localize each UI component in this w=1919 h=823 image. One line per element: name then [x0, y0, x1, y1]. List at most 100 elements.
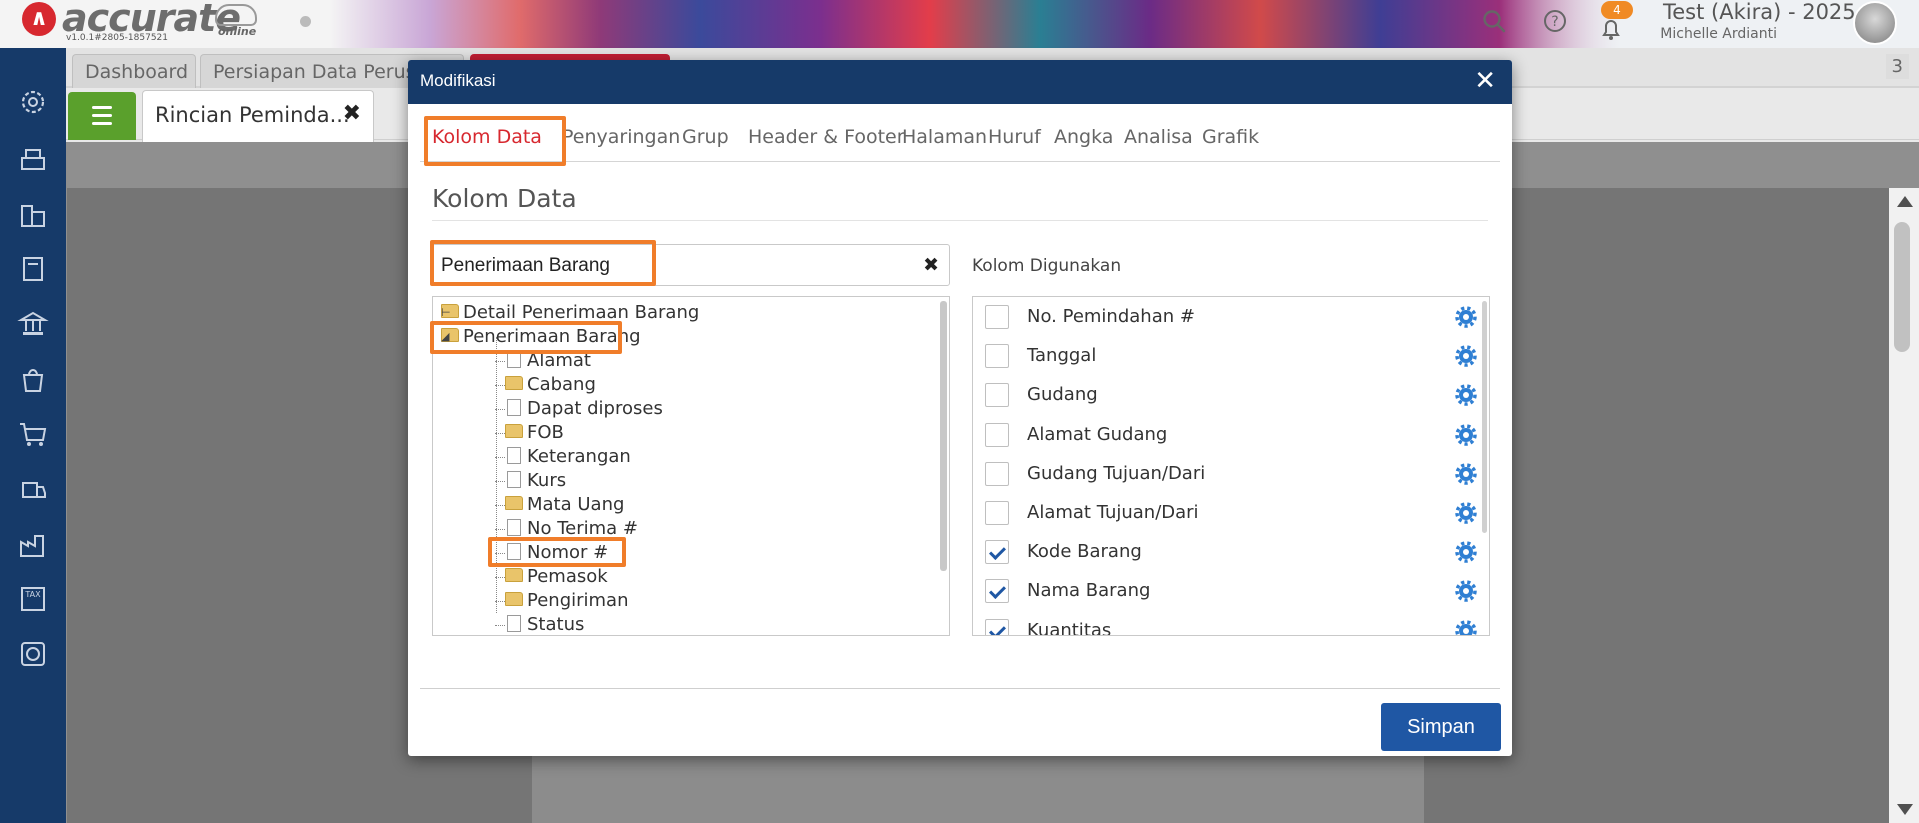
gear-icon[interactable]: [1455, 580, 1477, 603]
tab-analisa[interactable]: Analisa: [1124, 126, 1193, 148]
tree-item[interactable]: Kurs: [495, 469, 566, 493]
tab-count-dropdown[interactable]: 3: [1885, 54, 1909, 79]
tab-kolom-data[interactable]: Kolom Data: [432, 126, 542, 148]
svg-text:?: ?: [1551, 14, 1558, 30]
delivery-icon[interactable]: [17, 473, 49, 505]
list-menu-button[interactable]: [68, 92, 136, 140]
tree-node-detail-penerimaan-barang[interactable]: ⊢ Detail Penerimaan Barang: [441, 301, 699, 325]
column-checkbox[interactable]: [985, 579, 1009, 604]
used-list-scrollbar[interactable]: [1482, 301, 1487, 533]
used-column-row[interactable]: No. Pemindahan #: [985, 303, 1477, 331]
field-tree[interactable]: ⊢ Detail Penerimaan Barang ◢ Penerimaan …: [432, 296, 950, 636]
tree-node-penerimaan-barang[interactable]: ◢ Penerimaan Barang: [441, 325, 641, 349]
tree-item[interactable]: Mata Uang: [495, 493, 624, 517]
tab-angka[interactable]: Angka: [1054, 126, 1113, 148]
tab-header-footer[interactable]: Header & Footer: [748, 126, 905, 148]
avatar[interactable]: [1853, 1, 1897, 45]
scroll-up-icon[interactable]: [1897, 196, 1913, 207]
used-column-row[interactable]: Kode Barang: [985, 538, 1477, 566]
buildings-icon[interactable]: [17, 198, 49, 230]
bell-icon[interactable]: [1598, 16, 1624, 42]
dialog-title: Modifikasi: [420, 71, 496, 90]
document-icon: [507, 470, 521, 488]
column-checkbox[interactable]: [985, 305, 1009, 329]
expand-icon[interactable]: ⊢: [441, 301, 451, 325]
used-column-row[interactable]: Alamat Tujuan/Dari: [985, 499, 1477, 527]
gear-icon[interactable]: [1455, 423, 1477, 446]
accurate-logo-icon[interactable]: ∧: [22, 2, 56, 36]
scroll-down-icon[interactable]: [1897, 804, 1913, 815]
cloud-icon: [215, 4, 257, 26]
tab-penyaringan[interactable]: Penyaringan: [562, 126, 680, 148]
column-checkbox[interactable]: [985, 422, 1009, 447]
column-checkbox[interactable]: [985, 344, 1009, 369]
search-icon[interactable]: [1481, 8, 1507, 34]
bank-icon[interactable]: [17, 308, 49, 340]
column-label: Kuantitas: [1027, 619, 1112, 636]
cart-icon[interactable]: [17, 418, 49, 450]
gear-icon[interactable]: [17, 86, 49, 118]
tax-icon[interactable]: TAX: [17, 583, 49, 615]
book-icon[interactable]: [17, 253, 49, 285]
column-checkbox[interactable]: [985, 501, 1009, 525]
tab-grafik[interactable]: Grafik: [1202, 126, 1259, 148]
used-column-row[interactable]: Tanggal: [985, 342, 1477, 370]
tab-dashboard[interactable]: Dashboard: [72, 54, 196, 88]
gear-icon[interactable]: [1455, 306, 1477, 328]
used-columns-title: Kolom Digunakan: [972, 256, 1122, 276]
search-value: Penerimaan Barang: [441, 255, 610, 276]
clear-icon[interactable]: ✖: [923, 254, 939, 276]
used-column-row[interactable]: Kuantitas: [985, 617, 1477, 636]
section-divider: [432, 220, 1488, 221]
gear-icon[interactable]: [1455, 345, 1477, 367]
gear-icon[interactable]: [1455, 463, 1477, 485]
section-title: Kolom Data: [432, 184, 577, 213]
cash-register-icon[interactable]: [17, 142, 49, 174]
tree-item[interactable]: Nomor #: [495, 541, 608, 565]
notification-badge[interactable]: 4: [1601, 1, 1633, 19]
scrollbar-thumb[interactable]: [1894, 222, 1910, 352]
tree-item[interactable]: FOB: [495, 421, 564, 445]
company-title[interactable]: Test (Akira) - 2025: [1663, 0, 1856, 24]
tree-item[interactable]: No Terima #: [495, 517, 638, 541]
factory-icon[interactable]: [17, 528, 49, 560]
gear-icon[interactable]: [1455, 384, 1477, 407]
used-column-row[interactable]: Gudang Tujuan/Dari: [985, 460, 1477, 488]
column-checkbox[interactable]: [985, 461, 1009, 486]
tree-item[interactable]: Status: [495, 613, 584, 635]
report-chart-icon[interactable]: [17, 638, 49, 670]
column-checkbox[interactable]: [985, 618, 1009, 635]
tab-grup[interactable]: Grup: [682, 126, 729, 148]
tab-halaman[interactable]: Halaman: [902, 126, 987, 148]
used-column-row[interactable]: Gudang: [985, 381, 1477, 409]
sidebar: TAX: [0, 48, 66, 823]
folder-icon: [505, 496, 523, 510]
tree-item[interactable]: Pengiriman: [495, 589, 629, 613]
search-input[interactable]: Penerimaan Barang ✖: [432, 244, 950, 286]
gear-icon[interactable]: [1455, 541, 1477, 563]
tree-item[interactable]: Keterangan: [495, 445, 631, 469]
used-column-row[interactable]: Nama Barang: [985, 577, 1477, 605]
column-checkbox[interactable]: [985, 383, 1009, 408]
bag-icon[interactable]: [17, 363, 49, 395]
document-icon: [507, 614, 521, 632]
column-checkbox[interactable]: [985, 540, 1009, 565]
tab-huruf[interactable]: Huruf: [988, 126, 1041, 148]
user-name: Michelle Ardianti: [1660, 26, 1777, 42]
close-icon[interactable]: ✖: [343, 101, 361, 126]
tab-rincian-pemindahan[interactable]: Rincian Peminda... ✖: [142, 90, 374, 142]
gear-icon[interactable]: [1455, 502, 1477, 524]
gear-icon[interactable]: [1455, 619, 1477, 636]
tree-item[interactable]: Dapat diproses: [495, 397, 663, 421]
collapse-icon[interactable]: ◢: [441, 325, 449, 349]
tree-scrollbar[interactable]: [940, 301, 947, 571]
tree-item[interactable]: Cabang: [495, 373, 596, 397]
used-column-row[interactable]: Alamat Gudang: [985, 421, 1477, 449]
column-label: Tanggal: [1027, 345, 1097, 367]
tree-item[interactable]: Pemasok: [495, 565, 608, 589]
tree-item[interactable]: Alamat: [495, 349, 591, 373]
folder-icon: [505, 376, 523, 390]
close-icon[interactable]: ✕: [1474, 66, 1496, 96]
help-icon[interactable]: ?: [1542, 8, 1568, 34]
save-button[interactable]: Simpan: [1381, 703, 1501, 751]
